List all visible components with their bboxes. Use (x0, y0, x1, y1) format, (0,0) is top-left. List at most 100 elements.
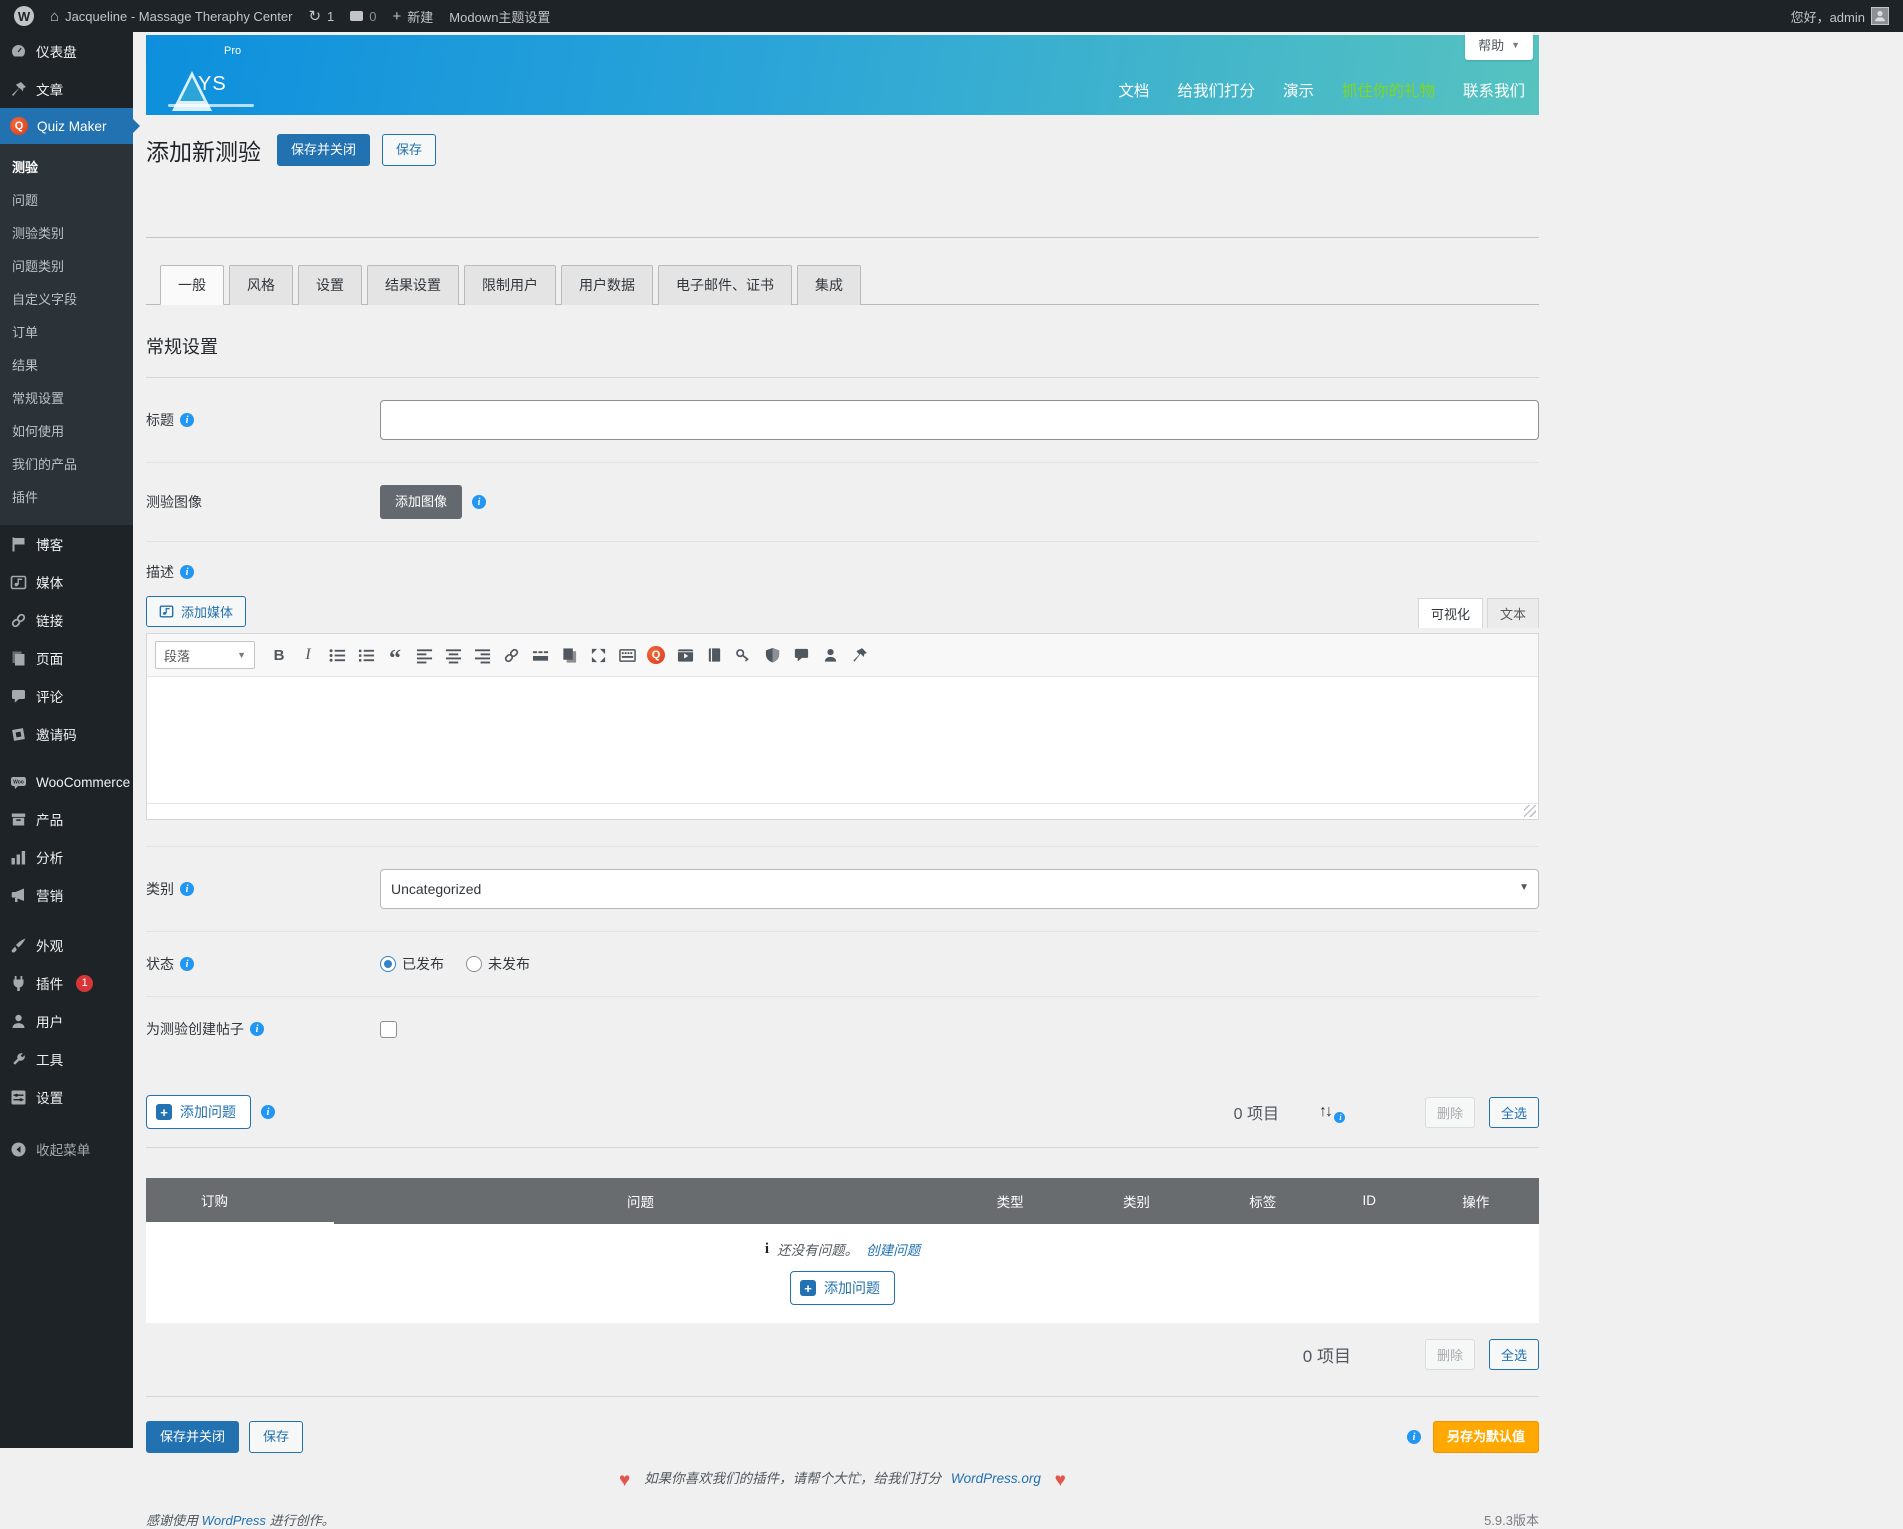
shield-icon[interactable] (759, 642, 785, 668)
tab-email-certificate[interactable]: 电子邮件、证书 (658, 265, 792, 305)
wordpress-org-link[interactable]: WordPress.org (951, 1471, 1041, 1486)
submenu-item-questions[interactable]: 问题 (0, 183, 133, 216)
tab-styles[interactable]: 风格 (229, 265, 293, 305)
info-icon[interactable]: i (472, 495, 487, 510)
wordpress-logo-menu[interactable]: W (14, 6, 34, 26)
blockquote-icon[interactable]: “ (382, 642, 408, 671)
bold-button[interactable]: B (266, 642, 292, 668)
status-published-radio[interactable] (380, 956, 396, 973)
info-icon[interactable]: i (180, 882, 194, 897)
add-media-button[interactable]: 添加媒体 (146, 596, 247, 628)
sidebar-item-media[interactable]: 媒体 (0, 563, 133, 601)
read-more-icon[interactable] (527, 642, 553, 668)
select-all-button-bottom[interactable]: 全选 (1488, 1339, 1539, 1371)
user-icon[interactable] (817, 642, 843, 668)
toolbar-toggle-icon[interactable] (614, 642, 640, 668)
page-break-icon[interactable] (556, 642, 582, 668)
banner-link-documentation[interactable]: 文档 (1118, 79, 1149, 101)
wordpress-link[interactable]: WordPress (202, 1513, 266, 1528)
account-menu[interactable]: 您好，admin (1791, 7, 1889, 26)
book-icon[interactable] (701, 642, 727, 668)
save-button-top[interactable]: 保存 (382, 133, 437, 167)
sidebar-item-plugins[interactable]: 插件 1 (0, 964, 133, 1002)
sidebar-item-pages[interactable]: 页面 (0, 639, 133, 677)
help-dropdown-button[interactable]: 帮助 ▼ (1465, 29, 1533, 60)
submenu-item-addons[interactable]: 插件 (0, 480, 133, 513)
info-icon[interactable]: i (180, 565, 194, 580)
paragraph-format-select[interactable]: 段落 ▼ (155, 641, 255, 670)
theme-settings-menu[interactable]: Modown主题设置 (449, 7, 550, 26)
sidebar-item-posts[interactable]: 文章 (0, 70, 133, 108)
sidebar-item-quiz-maker[interactable]: Q Quiz Maker (0, 108, 140, 144)
info-icon[interactable]: i (1333, 1112, 1345, 1124)
updates-menu[interactable]: ↻ 1 (308, 9, 334, 24)
add-question-button[interactable]: + 添加问题 (146, 1095, 251, 1130)
sidebar-item-dashboard[interactable]: 仪表盘 (0, 32, 133, 70)
sidebar-item-comments[interactable]: 评论 (0, 677, 133, 715)
tab-text-editor[interactable]: 文本 (1486, 598, 1539, 629)
fullscreen-icon[interactable] (585, 642, 611, 668)
info-icon[interactable]: i (250, 1022, 264, 1037)
info-icon[interactable]: i (261, 1105, 275, 1120)
key-icon[interactable] (730, 642, 756, 668)
submenu-item-custom-fields[interactable]: 自定义字段 (0, 282, 133, 315)
insert-link-icon[interactable] (498, 642, 524, 668)
delete-questions-button[interactable]: 删除 (1424, 1096, 1475, 1128)
sidebar-item-tools[interactable]: 工具 (0, 1040, 133, 1078)
submenu-item-our-products[interactable]: 我们的产品 (0, 447, 133, 480)
submenu-item-how-to-use[interactable]: 如何使用 (0, 414, 133, 447)
site-link[interactable]: ⌂ Jacqueline - Massage Theraphy Center (50, 9, 292, 24)
tab-integrations[interactable]: 集成 (797, 265, 861, 305)
quiz-shortcode-icon[interactable]: Q (643, 642, 669, 668)
submenu-item-question-categories[interactable]: 问题类别 (0, 249, 133, 282)
create-question-link[interactable]: 创建问题 (866, 1239, 920, 1259)
sort-questions-control[interactable]: ↑↓ i (1319, 1103, 1345, 1124)
tab-general[interactable]: 一般 (160, 265, 224, 305)
status-unpublished-radio[interactable] (466, 956, 482, 973)
comment-icon[interactable] (788, 642, 814, 668)
save-and-close-button-top[interactable]: 保存并关闭 (277, 133, 371, 167)
collapse-menu-button[interactable]: 收起菜单 (0, 1130, 133, 1168)
tab-settings[interactable]: 设置 (298, 265, 362, 305)
sidebar-item-woocommerce[interactable]: Woo WooCommerce (0, 765, 133, 800)
info-icon[interactable]: i (1406, 1430, 1421, 1445)
align-right-icon[interactable] (469, 642, 495, 668)
numbered-list-icon[interactable] (353, 642, 379, 668)
sidebar-item-marketing[interactable]: 营销 (0, 876, 133, 914)
italic-button[interactable]: I (295, 642, 321, 668)
editor-resize-handle[interactable] (1524, 805, 1536, 818)
description-editor-body[interactable] (147, 677, 1538, 804)
sidebar-item-invite-codes[interactable]: 邀请码 (0, 715, 133, 753)
submenu-item-quizzes[interactable]: 测验 (0, 150, 133, 183)
sidebar-item-blog[interactable]: 博客 (0, 525, 133, 563)
banner-link-contact-us[interactable]: 联系我们 (1463, 79, 1525, 101)
add-image-button[interactable]: 添加图像 (380, 485, 463, 520)
sidebar-item-links[interactable]: 链接 (0, 601, 133, 639)
align-left-icon[interactable] (411, 642, 437, 668)
comments-menu[interactable]: 0 (350, 9, 377, 24)
tab-results-settings[interactable]: 结果设置 (367, 265, 459, 305)
sidebar-item-products[interactable]: 产品 (0, 800, 133, 838)
sidebar-item-analytics[interactable]: 分析 (0, 838, 133, 876)
sidebar-item-settings[interactable]: 设置 (0, 1078, 133, 1116)
align-center-icon[interactable] (440, 642, 466, 668)
video-embed-icon[interactable] (672, 642, 698, 668)
sidebar-item-users[interactable]: 用户 (0, 1002, 133, 1040)
save-button-bottom[interactable]: 保存 (249, 1421, 304, 1454)
new-content-menu[interactable]: + 新建 (393, 7, 434, 26)
sidebar-item-appearance[interactable]: 外观 (0, 926, 133, 964)
bulleted-list-icon[interactable] (324, 642, 350, 668)
banner-link-rate-us[interactable]: 给我们打分 (1177, 79, 1255, 101)
category-select[interactable]: Uncategorized (380, 869, 1539, 910)
create-post-checkbox[interactable] (380, 1020, 397, 1038)
add-question-button-empty-state[interactable]: + 添加问题 (790, 1271, 895, 1306)
select-all-button[interactable]: 全选 (1488, 1096, 1539, 1128)
delete-questions-button-bottom[interactable]: 删除 (1424, 1339, 1475, 1371)
tab-visual-editor[interactable]: 可视化 (1417, 598, 1483, 629)
save-and-close-button-bottom[interactable]: 保存并关闭 (146, 1421, 240, 1454)
quiz-title-input[interactable] (380, 400, 1539, 440)
submenu-item-general-settings[interactable]: 常规设置 (0, 381, 133, 414)
info-icon[interactable]: i (180, 413, 194, 427)
pin-icon[interactable] (846, 642, 872, 668)
tab-limit-users[interactable]: 限制用户 (464, 265, 556, 305)
